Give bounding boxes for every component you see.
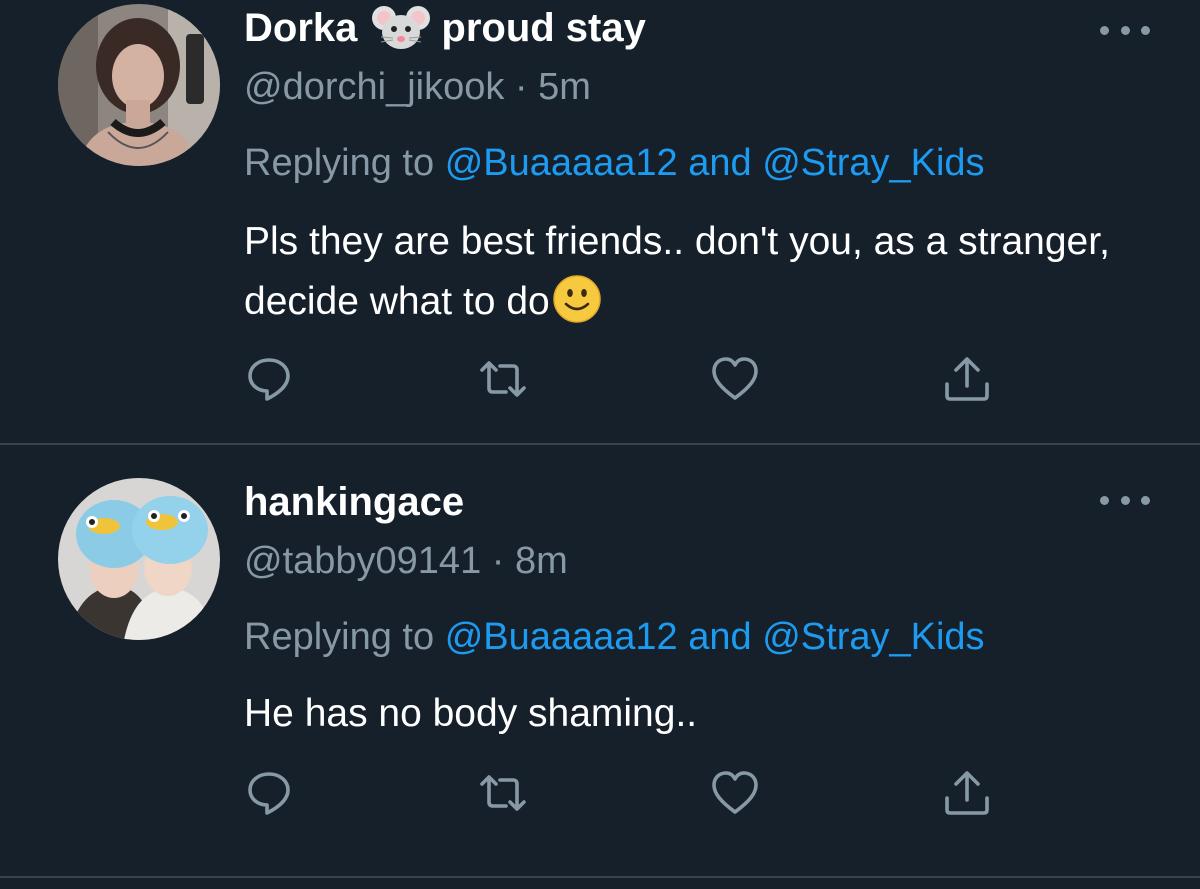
display-name[interactable]: Dorka proud stay — [244, 4, 646, 52]
tweet-divider — [0, 443, 1200, 445]
mouse-face-emoji-icon — [371, 4, 431, 52]
replying-connector: and — [688, 616, 752, 658]
mention-link[interactable]: @Buaaaaa12 — [445, 142, 678, 184]
timestamp[interactable]: 8m — [515, 540, 568, 582]
handle-row: @dorchi_jikook · 5m — [244, 64, 591, 110]
avatar[interactable] — [58, 4, 220, 166]
like-icon[interactable] — [710, 768, 760, 818]
timestamp[interactable]: 5m — [538, 66, 591, 108]
replying-to-label: Replying to — [244, 616, 435, 658]
display-name-text: proud stay — [441, 6, 646, 50]
tweet-text-content: He has no body shaming.. — [244, 692, 698, 735]
display-name-text: hankingace — [244, 480, 465, 524]
separator: · — [491, 540, 505, 582]
mention-link[interactable]: @Buaaaaa12 — [445, 616, 678, 658]
more-options-icon[interactable] — [1100, 490, 1150, 510]
share-icon[interactable] — [942, 768, 992, 818]
replying-to: Replying to @Buaaaaa12 and @Stray_Kids — [244, 614, 985, 660]
share-icon[interactable] — [942, 354, 992, 404]
separator: · — [514, 66, 528, 108]
avatar[interactable] — [58, 478, 220, 640]
retweet-icon[interactable] — [478, 354, 528, 404]
mention-link[interactable]: @Stray_Kids — [762, 142, 984, 184]
tweet-actions — [0, 354, 1200, 404]
mention-link[interactable]: @Stray_Kids — [762, 616, 984, 658]
tweet-actions — [0, 768, 1200, 818]
more-options-icon[interactable] — [1100, 20, 1150, 40]
tweet-text-content: Pls they are best friends.. don't you, a… — [244, 220, 1110, 323]
replying-to-label: Replying to — [244, 142, 435, 184]
display-name[interactable]: hankingace — [244, 478, 464, 526]
tweet[interactable]: hankingace @tabby09141 · 8m Replying to … — [0, 446, 1200, 876]
handle[interactable]: @dorchi_jikook — [244, 66, 504, 108]
replying-to: Replying to @Buaaaaa12 and @Stray_Kids — [244, 140, 985, 186]
slightly-smiling-face-emoji-icon — [552, 274, 602, 324]
replying-connector: and — [688, 142, 752, 184]
handle[interactable]: @tabby09141 — [244, 540, 481, 582]
tweet[interactable]: Dorka proud stay @dorchi_jikook · 5m Rep… — [0, 0, 1200, 444]
tweet-divider — [0, 876, 1200, 878]
reply-icon[interactable] — [244, 768, 294, 818]
like-icon[interactable] — [710, 354, 760, 404]
reply-icon[interactable] — [244, 354, 294, 404]
tweet-text: He has no body shaming.. — [244, 684, 1144, 744]
tweet-text: Pls they are best friends.. don't you, a… — [244, 212, 1144, 332]
retweet-icon[interactable] — [478, 768, 528, 818]
display-name-text: Dorka — [244, 6, 358, 50]
handle-row: @tabby09141 · 8m — [244, 538, 568, 584]
